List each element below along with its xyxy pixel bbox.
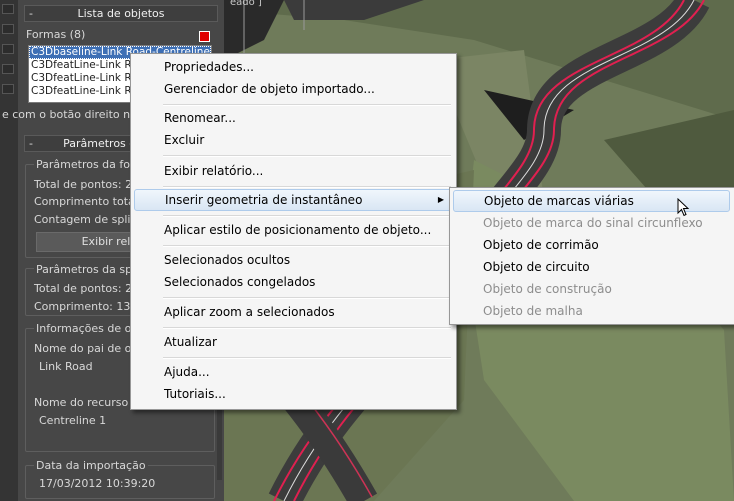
spline-length: Comprimento: 1328: [34, 300, 145, 313]
menu-separator: [163, 186, 451, 188]
menu-separator: [163, 245, 451, 247]
total-points: Total de pontos: 21: [34, 178, 140, 191]
menu-item-imported-object-manager[interactable]: Gerenciador de objeto importado...: [134, 78, 453, 100]
menu-item-help[interactable]: Ajuda...: [134, 361, 453, 383]
menu-separator: [163, 215, 451, 217]
parent-name-value: Link Road: [39, 360, 93, 373]
menu-item-label: Inserir geometria de instantâneo: [165, 193, 363, 207]
toolbar-button[interactable]: [2, 4, 14, 14]
import-date-title: Data da importação: [34, 459, 148, 472]
menu-separator: [163, 327, 451, 329]
viewport-label[interactable]: eado ]: [230, 0, 262, 8]
toolbar-button[interactable]: [2, 24, 14, 34]
menu-item-apply-placement-style[interactable]: Aplicar estilo de posicionamento de obje…: [134, 219, 453, 241]
left-toolbar-strip: [0, 0, 20, 501]
collapse-icon: -: [29, 7, 33, 20]
toolbar-button[interactable]: [2, 64, 14, 74]
collapse-icon: -: [29, 137, 33, 150]
menu-separator: [163, 155, 451, 157]
submenu-item-mesh[interactable]: Objeto de malha: [453, 300, 730, 322]
toolbar-button[interactable]: [2, 84, 14, 94]
mouse-pointer-icon: [677, 197, 691, 221]
shapes-label: Formas (8): [26, 28, 86, 41]
menu-item-rename[interactable]: Renomear...: [134, 107, 453, 129]
submenu-item-circuit[interactable]: Objeto de circuito: [453, 256, 730, 278]
submenu-arrow-icon: ▶: [437, 195, 444, 204]
submenu-item-handrail[interactable]: Objeto de corrimão: [453, 234, 730, 256]
menu-item-tutorials[interactable]: Tutoriais...: [134, 383, 453, 405]
menu-item-zoom-selected[interactable]: Aplicar zoom a selecionados: [134, 301, 453, 323]
menu-separator: [163, 297, 451, 299]
spline-total-points: Total de pontos: 25: [34, 282, 140, 295]
menu-separator: [163, 357, 451, 359]
toolbar-button[interactable]: [2, 44, 14, 54]
menu-item-hide-selected[interactable]: Selecionados ocultos: [134, 249, 453, 271]
menu-item-properties[interactable]: Propriedades...: [134, 56, 453, 78]
menu-separator: [163, 104, 451, 106]
import-date-value: 17/03/2012 10:39:20: [39, 477, 156, 490]
menu-item-show-report[interactable]: Exibir relatório...: [134, 160, 453, 182]
object-list-title: Lista de objetos: [77, 7, 165, 20]
resource-name-value: Centreline 1: [39, 414, 107, 427]
total-length: Comprimento total:: [34, 195, 142, 208]
menu-item-delete[interactable]: Excluir: [134, 129, 453, 151]
submenu-item-construction[interactable]: Objeto de construção: [453, 278, 730, 300]
color-swatch[interactable]: [199, 31, 210, 42]
menu-item-insert-snapshot-geometry[interactable]: Inserir geometria de instantâneo ▶: [134, 189, 453, 211]
context-menu: Propriedades... Gerenciador de objeto im…: [130, 53, 457, 410]
object-list-rollout[interactable]: - Lista de objetos: [24, 5, 218, 22]
snapshot-submenu: Objeto de marcas viárias Objeto de marca…: [449, 187, 734, 325]
menu-item-freeze-selected[interactable]: Selecionados congelados: [134, 271, 453, 293]
menu-item-refresh[interactable]: Atualizar: [134, 331, 453, 353]
